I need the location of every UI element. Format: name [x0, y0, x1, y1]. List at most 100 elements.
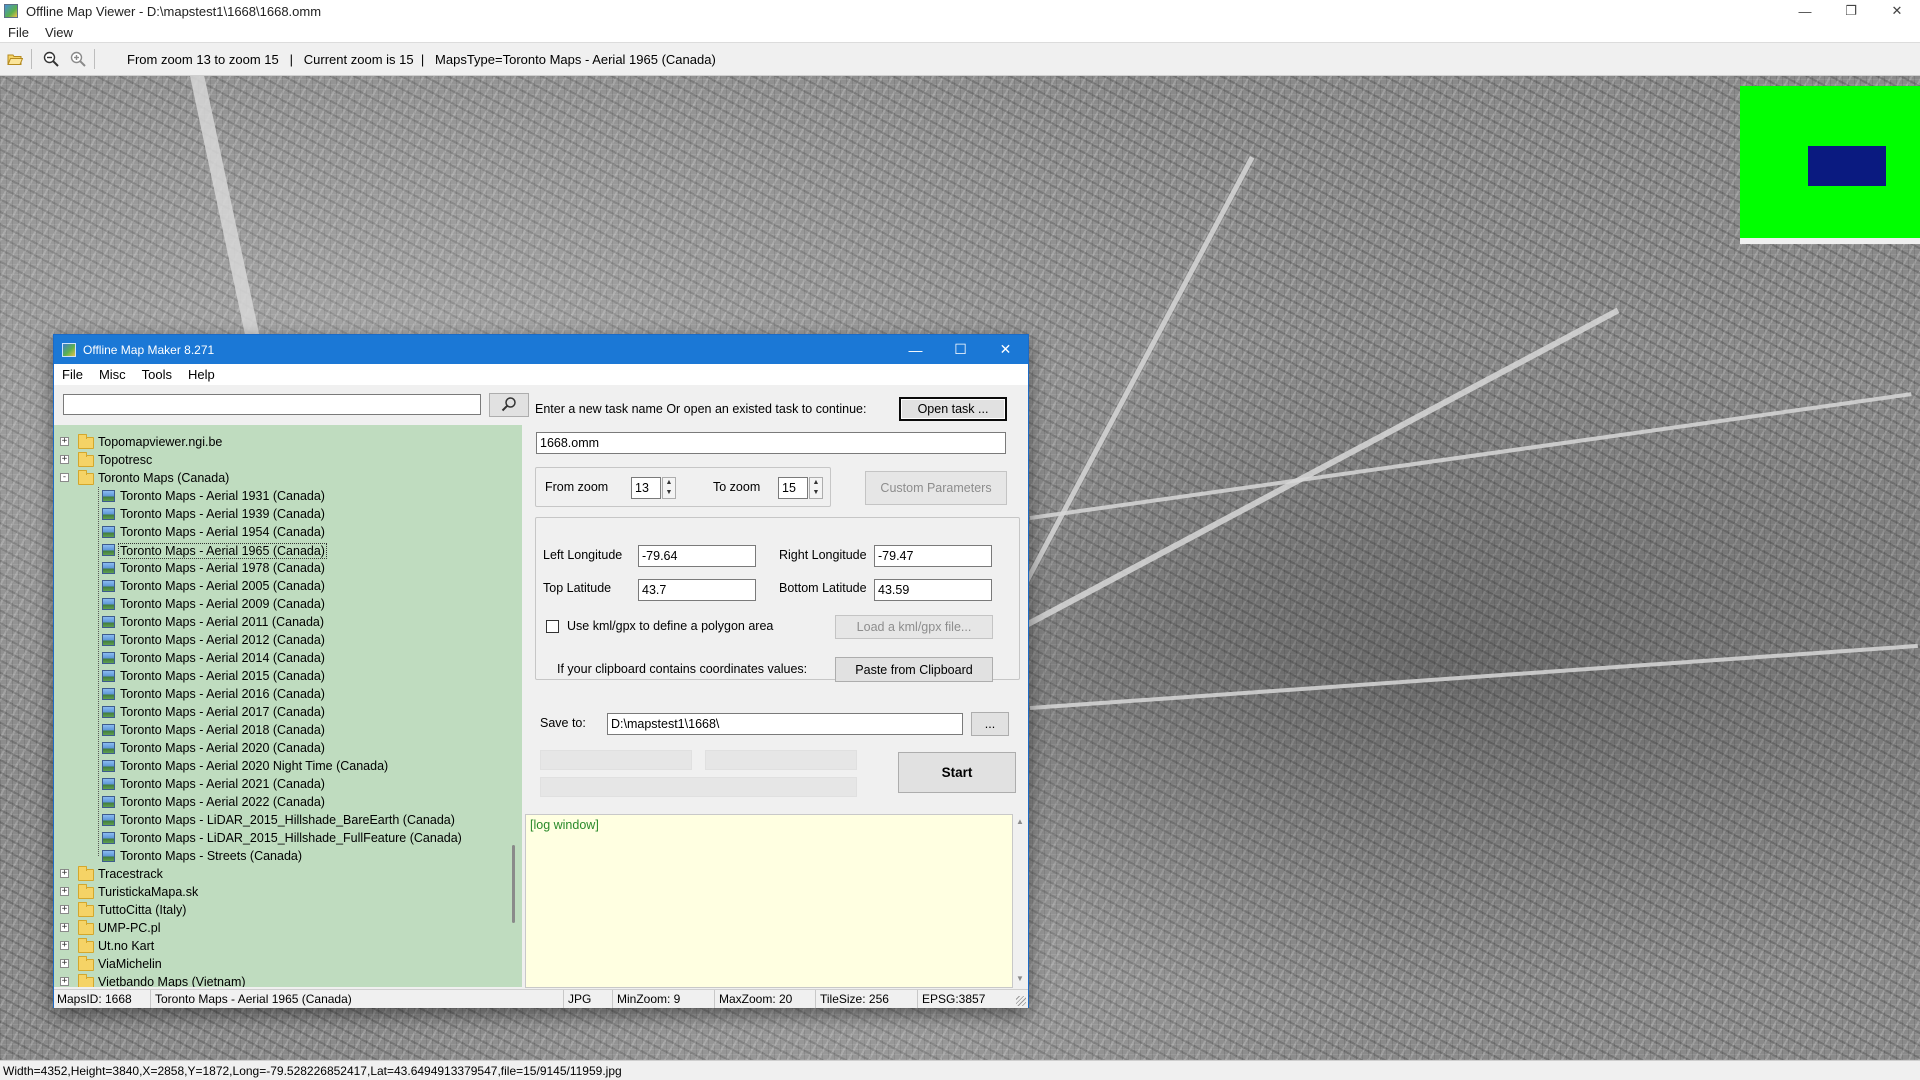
log-scrollbar[interactable]: ▲ ▼	[1013, 814, 1027, 988]
expand-icon[interactable]: +	[60, 869, 69, 878]
map-road	[190, 76, 267, 370]
tree-folder-item[interactable]: + Tracestrack	[54, 865, 514, 883]
app-menubar: File View	[0, 22, 1920, 42]
tree-item-label: Toronto Maps - Aerial 2011 (Canada)	[120, 615, 325, 629]
spin-up-icon[interactable]: ▲	[663, 478, 675, 488]
expand-icon[interactable]: +	[60, 977, 69, 986]
from-zoom-spinner[interactable]: ▲ ▼	[662, 477, 676, 499]
tree-map-item[interactable]: Toronto Maps - Aerial 1939 (Canada)	[54, 505, 514, 523]
collapse-icon[interactable]: -	[60, 473, 69, 482]
spin-down-icon[interactable]: ▼	[810, 488, 822, 498]
tree-folder-item[interactable]: - Toronto Maps (Canada)	[54, 469, 514, 487]
tree-map-item[interactable]: Toronto Maps - LiDAR_2015_Hillshade_Full…	[54, 829, 514, 847]
tree-map-item[interactable]: Toronto Maps - LiDAR_2015_Hillshade_Bare…	[54, 811, 514, 829]
right-longitude-input[interactable]	[874, 545, 992, 567]
app-title: Offline Map Viewer - D:\mapstest1\1668\1…	[26, 3, 322, 19]
restore-button[interactable]: ❐	[1828, 0, 1874, 22]
map-source-tree[interactable]: + Topomapviewer.ngi.be + Topotresc - Toronto …	[54, 425, 522, 987]
menu-view[interactable]: View	[37, 25, 81, 40]
dialog-menu-misc[interactable]: Misc	[91, 367, 134, 382]
tree-map-item[interactable]: Toronto Maps - Aerial 2018 (Canada)	[54, 721, 514, 739]
tree-scroll-thumb[interactable]	[512, 845, 515, 923]
start-button[interactable]: Start	[898, 752, 1016, 793]
tree-folder-item[interactable]: + Topotresc	[54, 451, 514, 469]
spin-up-icon[interactable]: ▲	[810, 478, 822, 488]
tree-item-label: TuristickaMapa.sk	[98, 885, 199, 899]
dialog-menu-tools[interactable]: Tools	[134, 367, 180, 382]
tree-map-item[interactable]: Toronto Maps - Aerial 2009 (Canada)	[54, 595, 514, 613]
save-to-input[interactable]	[607, 713, 963, 735]
dialog-menu-file[interactable]: File	[54, 367, 91, 382]
from-zoom-input[interactable]	[631, 477, 661, 499]
overview-minimap[interactable]	[1740, 86, 1920, 244]
expand-icon[interactable]: +	[60, 887, 69, 896]
custom-parameters-button[interactable]: Custom Parameters	[865, 471, 1007, 505]
expand-icon[interactable]: +	[60, 941, 69, 950]
close-button[interactable]: ✕	[1874, 0, 1920, 22]
expand-icon[interactable]: +	[60, 959, 69, 968]
load-kml-button[interactable]: Load a kml/gpx file...	[835, 615, 993, 639]
dialog-close-button[interactable]: ✕	[983, 335, 1028, 364]
expand-icon[interactable]: +	[60, 437, 69, 446]
tree-folder-item[interactable]: + TuristickaMapa.sk	[54, 883, 514, 901]
tree-map-item[interactable]: Toronto Maps - Aerial 2016 (Canada)	[54, 685, 514, 703]
tree-folder-item[interactable]: + Vietbando Maps (Vietnam)	[54, 973, 514, 987]
tree-map-item[interactable]: Toronto Maps - Aerial 2021 (Canada)	[54, 775, 514, 793]
map-tile-icon	[102, 490, 115, 502]
left-longitude-input[interactable]	[638, 545, 756, 567]
tree-map-item[interactable]: Toronto Maps - Aerial 2020 Night Time (C…	[54, 757, 514, 775]
paste-from-clipboard-button[interactable]: Paste from Clipboard	[835, 657, 993, 682]
tree-map-item[interactable]: Toronto Maps - Aerial 2015 (Canada)	[54, 667, 514, 685]
minimize-button[interactable]: —	[1782, 0, 1828, 22]
scroll-up-icon[interactable]: ▲	[1016, 818, 1024, 826]
task-name-input[interactable]	[536, 432, 1006, 454]
tree-scrollbar[interactable]	[506, 425, 522, 987]
tree-folder-item[interactable]: + TuttoCitta (Italy)	[54, 901, 514, 919]
scroll-down-icon[interactable]: ▼	[1016, 975, 1024, 983]
tree-folder-item[interactable]: + ViaMichelin	[54, 955, 514, 973]
map-tile-icon	[102, 598, 115, 610]
zoom-in-icon[interactable]	[66, 47, 90, 71]
tree-map-item[interactable]: Toronto Maps - Aerial 2020 (Canada)	[54, 739, 514, 757]
tree-map-item[interactable]: Toronto Maps - Aerial 1978 (Canada)	[54, 559, 514, 577]
expand-icon[interactable]: +	[60, 455, 69, 464]
dialog-minimize-button[interactable]: —	[893, 335, 938, 364]
tree-item-label: Toronto Maps - Aerial 2022 (Canada)	[120, 795, 325, 809]
open-task-button[interactable]: Open task ...	[899, 397, 1007, 421]
log-window[interactable]: [log window]	[525, 814, 1013, 988]
tree-folder-item[interactable]: + Ut.no Kart	[54, 937, 514, 955]
resize-grip[interactable]	[1016, 996, 1026, 1006]
tree-map-item[interactable]: Toronto Maps - Aerial 2012 (Canada)	[54, 631, 514, 649]
map-search-input[interactable]	[63, 394, 481, 415]
expand-icon[interactable]: +	[60, 923, 69, 932]
browse-folder-button[interactable]: ...	[971, 712, 1009, 736]
zoom-out-icon[interactable]	[39, 47, 63, 71]
tree-folder-item[interactable]: + Topomapviewer.ngi.be	[54, 433, 514, 451]
tree-folder-item[interactable]: + UMP-PC.pl	[54, 919, 514, 937]
dialog-menu-help[interactable]: Help	[180, 367, 223, 382]
menu-file[interactable]: File	[0, 25, 37, 40]
to-zoom-spinner[interactable]: ▲ ▼	[809, 477, 823, 499]
folder-open-icon	[78, 470, 94, 485]
tree-map-item[interactable]: Toronto Maps - Streets (Canada)	[54, 847, 514, 865]
to-zoom-input[interactable]	[778, 477, 808, 499]
tree-item-label: Toronto Maps - Aerial 1978 (Canada)	[120, 561, 325, 575]
tree-map-item[interactable]: Toronto Maps - Aerial 2011 (Canada)	[54, 613, 514, 631]
tree-map-item[interactable]: Toronto Maps - Aerial 2017 (Canada)	[54, 703, 514, 721]
tree-map-item[interactable]: Toronto Maps - Aerial 1931 (Canada)	[54, 487, 514, 505]
use-kml-checkbox[interactable]	[546, 620, 559, 633]
tree-map-item[interactable]: Toronto Maps - Aerial 1954 (Canada)	[54, 523, 514, 541]
tree-map-item[interactable]: Toronto Maps - Aerial 1965 (Canada)	[54, 541, 514, 559]
spin-down-icon[interactable]: ▼	[663, 488, 675, 498]
minimap-viewport-rect[interactable]	[1808, 146, 1886, 186]
from-zoom-label: From zoom	[545, 480, 609, 494]
dialog-maximize-button[interactable]: ☐	[938, 335, 983, 364]
open-folder-icon[interactable]	[3, 47, 27, 71]
tree-map-item[interactable]: Toronto Maps - Aerial 2022 (Canada)	[54, 793, 514, 811]
map-tile-icon	[102, 526, 115, 538]
bottom-latitude-input[interactable]	[874, 579, 992, 601]
top-latitude-input[interactable]	[638, 579, 756, 601]
tree-map-item[interactable]: Toronto Maps - Aerial 2014 (Canada)	[54, 649, 514, 667]
tree-map-item[interactable]: Toronto Maps - Aerial 2005 (Canada)	[54, 577, 514, 595]
expand-icon[interactable]: +	[60, 905, 69, 914]
